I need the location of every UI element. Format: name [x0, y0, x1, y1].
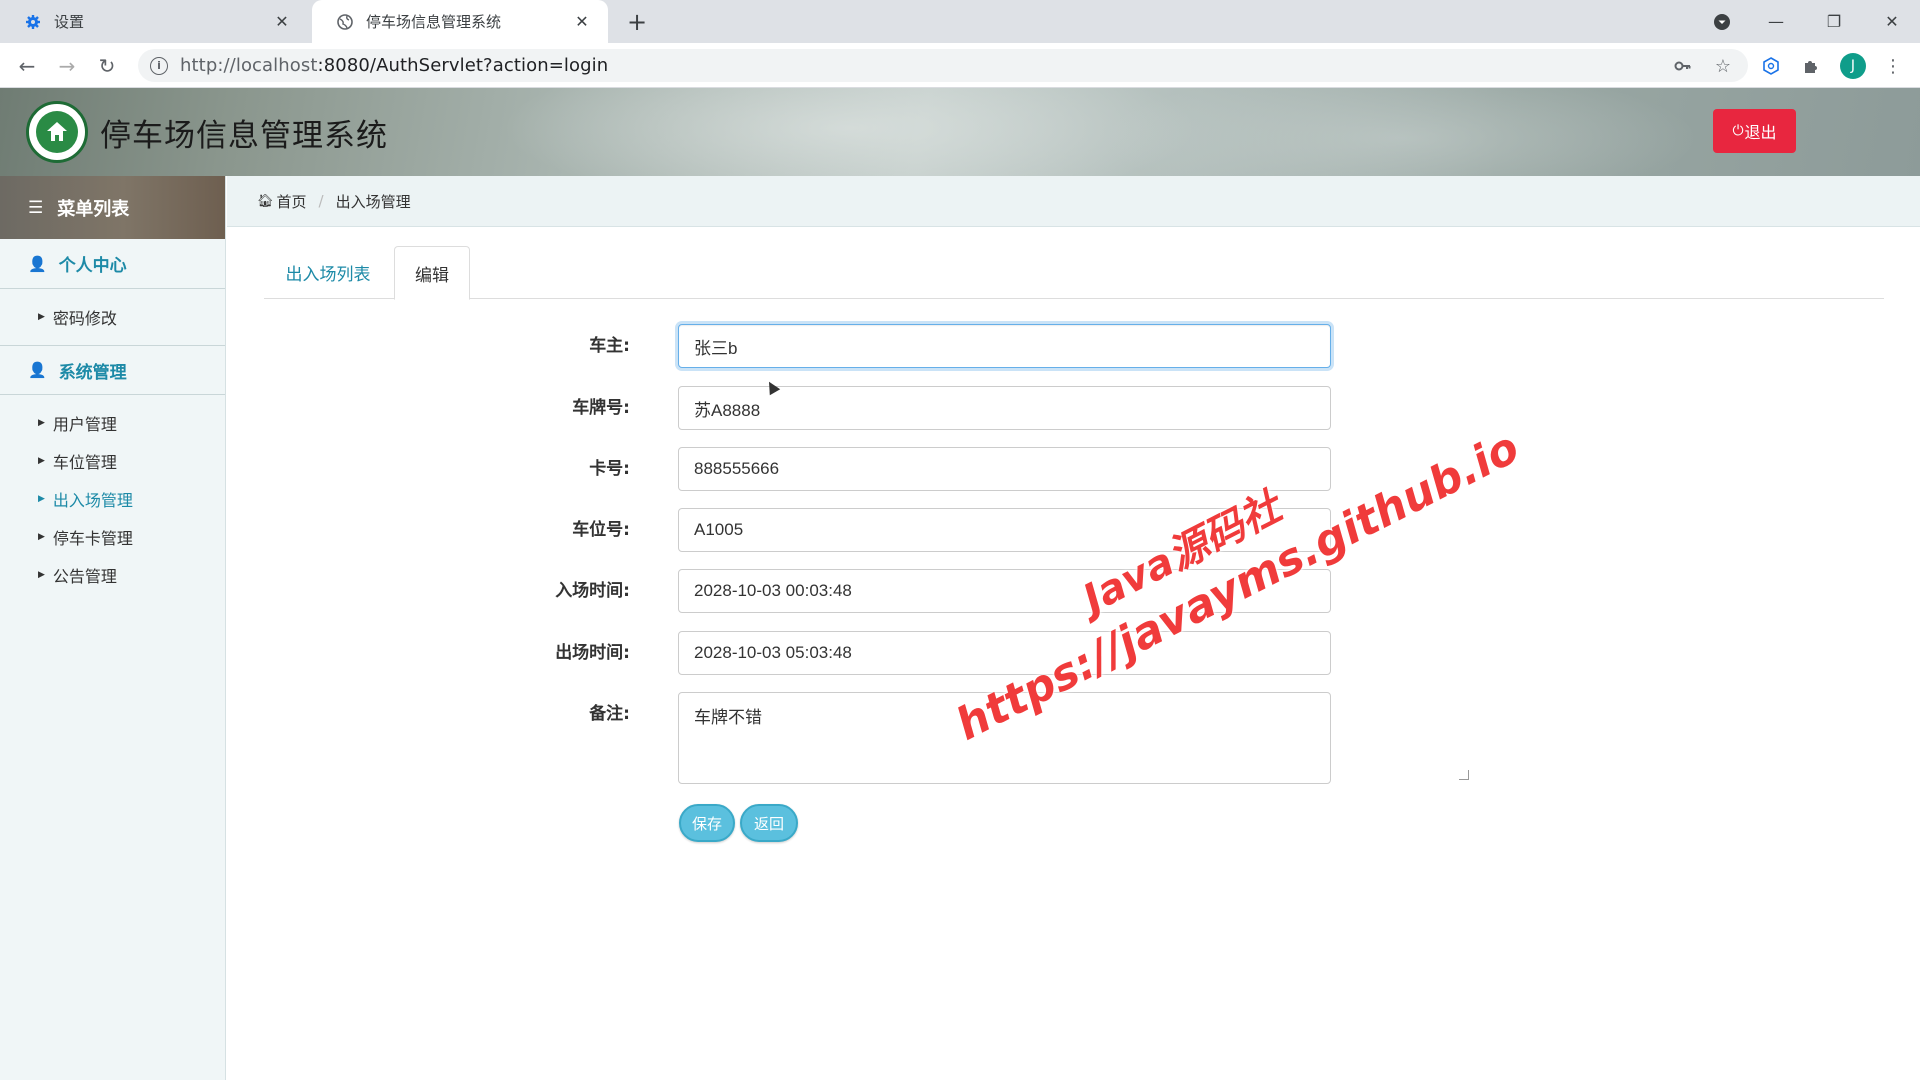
- browser-tab-app[interactable]: 停车场信息管理系统 ✕: [312, 0, 608, 43]
- user-icon: 👤: [28, 254, 47, 273]
- app-title: 停车场信息管理系统: [100, 118, 388, 154]
- list-icon: ☰: [28, 197, 44, 218]
- gear-icon: [24, 13, 42, 31]
- browser-tab-title: 停车场信息管理系统: [366, 13, 502, 31]
- form-row-plate: 车牌号:: [540, 386, 1340, 430]
- sidebar-item-label: 密码修改: [52, 309, 117, 328]
- form-row-exit-time: 出场时间:: [540, 631, 1340, 675]
- logout-label: 退出: [1744, 123, 1777, 142]
- sidebar-group-label: 个人中心: [58, 256, 127, 276]
- card-label: 卡号:: [589, 459, 630, 479]
- owner-input[interactable]: [678, 324, 1331, 368]
- browser-toolbar: ← → ↻ i http://localhost:8080/AuthServle…: [0, 43, 1920, 88]
- exit-time-input[interactable]: [678, 631, 1331, 675]
- caret-right-icon: ▶: [38, 494, 45, 504]
- close-icon[interactable]: ✕: [572, 12, 592, 32]
- space-label: 车位号:: [572, 520, 630, 540]
- card-input[interactable]: [678, 447, 1331, 491]
- sidebar-item-cards[interactable]: ▶ 停车卡管理: [0, 518, 225, 556]
- breadcrumb-separator: /: [318, 192, 324, 210]
- sidebar-group-system[interactable]: 👤 系统管理: [0, 345, 225, 395]
- caret-right-icon: ▶: [38, 456, 45, 466]
- sidebar: ☰ 菜单列表 👤 个人中心 ▶ 密码修改 👤 系统管理 ▶ 用户管理 ▶ 车位管…: [0, 176, 226, 1080]
- university-logo: [26, 101, 88, 163]
- reload-icon[interactable]: ↻: [92, 51, 122, 81]
- owner-label: 车主:: [589, 336, 630, 356]
- form-row-card: 卡号:: [540, 447, 1340, 491]
- url-text: http://localhost:8080/AuthServlet?action…: [180, 55, 609, 76]
- page-tabs: 出入场列表 编辑: [264, 246, 1884, 300]
- sidebar-item-spaces[interactable]: ▶ 车位管理: [0, 442, 225, 480]
- sidebar-item-label: 公告管理: [52, 567, 117, 586]
- sidebar-item-notices[interactable]: ▶ 公告管理: [0, 556, 225, 594]
- close-icon[interactable]: ✕: [272, 12, 292, 32]
- plate-input[interactable]: [678, 386, 1331, 430]
- save-button[interactable]: 保存: [679, 804, 735, 842]
- home-icon: 🏠︎: [257, 193, 274, 209]
- info-icon[interactable]: i: [150, 56, 168, 75]
- form-row-note: 备注: 车牌不错: [540, 692, 1469, 784]
- menu-header: ☰ 菜单列表: [0, 176, 225, 239]
- form-row-owner: 车主:: [540, 324, 1340, 368]
- profile-avatar[interactable]: J: [1840, 53, 1866, 79]
- browser-tab-settings[interactable]: 设置 ✕: [0, 0, 308, 43]
- forward-arrow-icon[interactable]: →: [52, 51, 82, 81]
- breadcrumb-home[interactable]: 首页: [277, 191, 307, 212]
- new-tab-button[interactable]: +: [624, 9, 650, 35]
- exit-time-label: 出场时间:: [555, 643, 630, 663]
- back-button[interactable]: 返回: [740, 804, 798, 842]
- sidebar-item-label: 用户管理: [52, 415, 117, 434]
- browser-tab-title: 设置: [54, 13, 85, 31]
- caret-right-icon: ▶: [38, 532, 45, 542]
- browser-tabstrip: 设置 ✕ 停车场信息管理系统 ✕ + — ❐ ✕: [0, 0, 1920, 43]
- sidebar-item-entry-exit[interactable]: ▶ 出入场管理: [0, 480, 225, 518]
- menu-title: 菜单列表: [57, 198, 130, 220]
- sidebar-item-users[interactable]: ▶ 用户管理: [0, 404, 225, 442]
- power-icon: ⏻: [1732, 123, 1744, 139]
- tab-edit[interactable]: 编辑: [394, 246, 470, 300]
- sidebar-item-password[interactable]: ▶ 密码修改: [0, 298, 225, 336]
- sidebar-item-label: 停车卡管理: [52, 529, 133, 548]
- caret-right-icon: ▶: [38, 418, 45, 428]
- caret-right-icon: ▶: [38, 312, 45, 322]
- breadcrumb: 🏠︎ 首页 / 出入场管理: [227, 176, 1920, 227]
- entry-time-label: 入场时间:: [555, 581, 630, 601]
- star-icon[interactable]: ☆: [1710, 53, 1736, 79]
- house-icon: [36, 111, 78, 153]
- logout-button[interactable]: ⏻ 退出: [1713, 109, 1796, 153]
- sidebar-item-label: 车位管理: [52, 453, 117, 472]
- caret-right-icon: ▶: [38, 570, 45, 580]
- user-icon: 👤: [28, 361, 47, 379]
- tab-list[interactable]: 出入场列表: [264, 246, 392, 299]
- sidebar-item-label: 出入场管理: [52, 491, 133, 510]
- address-bar[interactable]: i http://localhost:8080/AuthServlet?acti…: [138, 49, 1748, 82]
- sidebar-group-personal[interactable]: 👤 个人中心: [0, 239, 225, 289]
- puzzle-icon[interactable]: [1798, 53, 1824, 79]
- extension-shield-icon[interactable]: [1758, 53, 1784, 79]
- plate-label: 车牌号:: [572, 398, 630, 418]
- key-icon[interactable]: [1670, 53, 1696, 79]
- minimize-icon[interactable]: —: [1750, 0, 1802, 43]
- restore-icon[interactable]: ❐: [1808, 0, 1860, 43]
- kebab-menu-icon[interactable]: ⋮: [1880, 53, 1906, 79]
- tab-search-icon[interactable]: [1696, 0, 1748, 43]
- sidebar-group-label: 系统管理: [58, 362, 127, 383]
- breadcrumb-current: 出入场管理: [335, 192, 411, 211]
- note-label: 备注:: [589, 704, 630, 724]
- app-header: 停车场信息管理系统 ⏻ 退出: [0, 88, 1920, 176]
- window-close-icon[interactable]: ✕: [1866, 0, 1918, 43]
- globe-icon: [336, 13, 354, 31]
- back-arrow-icon[interactable]: ←: [12, 51, 42, 81]
- resize-handle-icon[interactable]: [1459, 770, 1469, 780]
